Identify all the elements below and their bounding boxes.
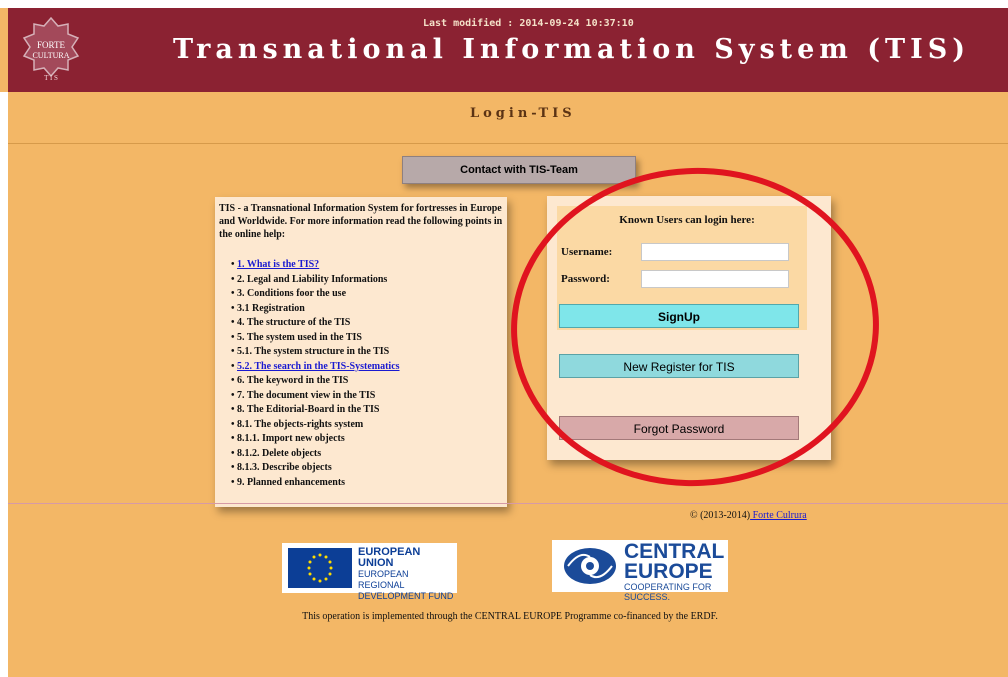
login-heading: Known Users can login here:	[619, 214, 755, 226]
help-item: 4. The structure of the TIS	[231, 316, 501, 331]
help-panel: TIS - a Transnational Information System…	[215, 197, 507, 507]
help-item: 6. The keyword in the TIS	[231, 374, 501, 389]
central-europe-logo: CENTRAL EUROPE COOPERATING FOR SUCCESS.	[552, 540, 728, 602]
help-item: 7. The document view in the TIS	[231, 389, 501, 404]
username-input[interactable]	[641, 243, 789, 261]
help-item: 8.1.2. Delete objects	[231, 447, 501, 462]
forte-cultura-link[interactable]: Forte Culrura	[750, 510, 807, 521]
new-register-button[interactable]: New Register for TIS	[559, 354, 799, 378]
swirl-icon	[562, 546, 618, 591]
svg-text:T I S: T I S	[44, 74, 58, 82]
help-item: 2. Legal and Liability Informations	[231, 273, 501, 288]
eu-flag-icon	[288, 548, 352, 588]
help-list: 1. What is the TIS? 2. Legal and Liabili…	[231, 258, 501, 490]
eu-text: EUROPEAN UNION EUROPEAN REGIONAL DEVELOP…	[358, 547, 454, 602]
help-item[interactable]: 1. What is the TIS?	[231, 258, 501, 273]
contact-team-button[interactable]: Contact with TIS-Team	[402, 156, 636, 184]
help-item: 8.1.1. Import new objects	[231, 432, 501, 447]
help-item: 3.1 Registration	[231, 302, 501, 317]
footer-divider	[8, 503, 1008, 504]
password-input[interactable]	[641, 270, 789, 288]
eu-line-3: DEVELOPMENT FUND	[358, 591, 454, 601]
svg-text:CULTURA: CULTURA	[32, 51, 69, 60]
top-strip	[0, 0, 1008, 8]
funding-note: This operation is implemented through th…	[302, 611, 718, 622]
help-item: 9. Planned enhancements	[231, 476, 501, 491]
password-label: Password:	[561, 273, 610, 285]
copyright-text: © (2013-2014)	[690, 510, 751, 521]
copyright: © (2013-2014) Forte Culrura	[690, 510, 807, 521]
ce-line-2: EUROPE	[624, 560, 713, 583]
help-item: 3. Conditions foor the use	[231, 287, 501, 302]
header-bar: FORTE CULTURA T I S Last modified : 2014…	[8, 8, 1008, 92]
signup-button[interactable]: SignUp	[559, 304, 799, 328]
last-modified: Last modified : 2014-09-24 10:37:10	[423, 18, 634, 29]
forte-cultura-logo[interactable]: FORTE CULTURA T I S	[20, 16, 82, 84]
eu-line-1: EUROPEAN UNION	[358, 546, 421, 569]
username-label: Username:	[561, 246, 613, 258]
central-europe-text: CENTRAL EUROPE COOPERATING FOR SUCCESS.	[624, 540, 728, 602]
help-item: 5.1. The system structure in the TIS	[231, 345, 501, 360]
eu-logo: EUROPEAN UNION EUROPEAN REGIONAL DEVELOP…	[282, 543, 457, 601]
ce-line-1: CENTRAL	[624, 540, 725, 563]
login-panel: Known Users can login here: Username: Pa…	[547, 196, 831, 460]
svg-text:FORTE: FORTE	[37, 40, 65, 50]
divider	[8, 143, 1008, 144]
help-intro: TIS - a Transnational Information System…	[219, 203, 503, 240]
left-edge	[0, 92, 8, 677]
site-title: Transnational Information System (TIS)	[173, 34, 971, 65]
help-item: 5. The system used in the TIS	[231, 331, 501, 346]
help-item[interactable]: 5.2. The search in the TIS-Systematics	[231, 360, 501, 375]
forgot-password-button[interactable]: Forgot Password	[559, 416, 799, 440]
eu-line-2: EUROPEAN REGIONAL	[358, 569, 409, 590]
page-subtitle: Login-TIS	[470, 106, 576, 121]
ce-line-3: COOPERATING FOR SUCCESS.	[624, 582, 712, 602]
help-item: 8.1. The objects-rights system	[231, 418, 501, 433]
help-item: 8.1.3. Describe objects	[231, 461, 501, 476]
help-item: 8. The Editorial-Board in the TIS	[231, 403, 501, 418]
